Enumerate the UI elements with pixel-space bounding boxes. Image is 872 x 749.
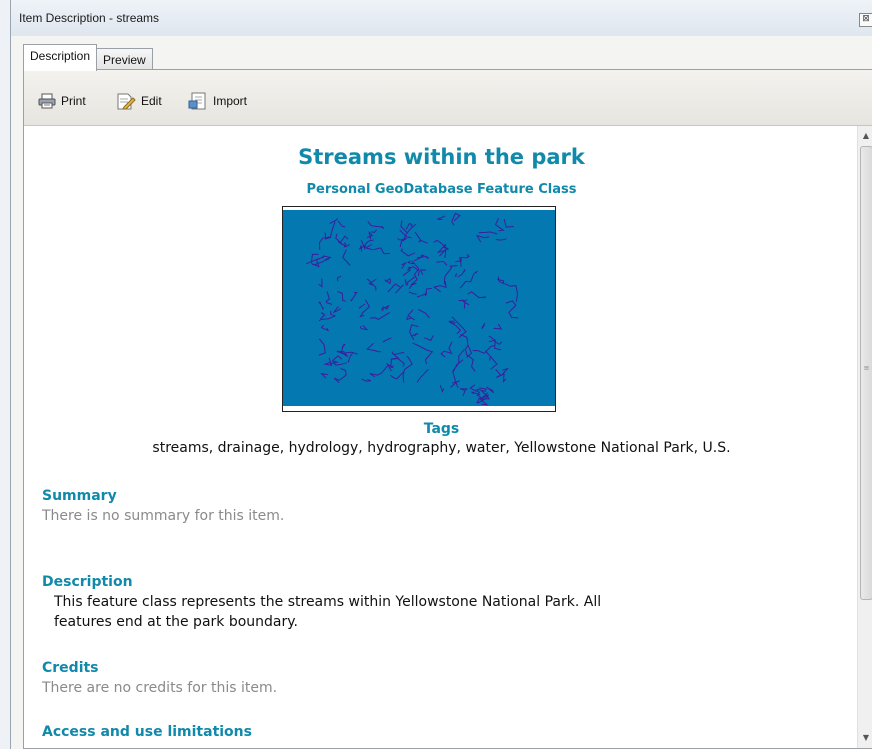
credits-heading: Credits — [42, 660, 99, 676]
edit-label: Edit — [141, 94, 162, 108]
tab-strip: Description Preview — [23, 44, 153, 71]
toolbar: Print Edit Import — [24, 70, 872, 126]
import-document-icon — [188, 92, 206, 110]
thumbnail-image — [282, 206, 556, 412]
summary-text: There is no summary for this item. — [42, 508, 285, 524]
item-description-window: Item Description - streams ⊠ Description… — [10, 0, 872, 749]
tags-heading: Tags — [423, 421, 460, 437]
scrollbar-thumb[interactable]: ≡ — [860, 146, 872, 600]
description-line-1: This feature class represents the stream… — [54, 594, 602, 610]
scroll-up-icon[interactable]: ▲ — [858, 128, 872, 144]
grip-icon: ≡ — [863, 364, 870, 372]
credits-text: There are no credits for this item. — [42, 680, 278, 696]
tab-description[interactable]: Description — [23, 44, 98, 71]
access-limitations-heading: Access and use limitations — [42, 724, 252, 740]
import-label: Import — [213, 94, 248, 108]
print-label: Print — [61, 94, 86, 108]
scroll-down-icon[interactable]: ▼ — [858, 730, 872, 746]
printer-icon — [38, 93, 56, 109]
document-view[interactable]: Streams within the park Personal GeoData… — [24, 126, 859, 748]
document-subtitle: Personal GeoDatabase Feature Class — [306, 182, 577, 197]
description-heading: Description — [42, 574, 133, 590]
summary-heading: Summary — [42, 488, 117, 504]
description-line-2: features end at the park boundary. — [54, 614, 298, 630]
vertical-scrollbar[interactable]: ▲ ≡ ▼ — [857, 126, 872, 748]
tab-preview[interactable]: Preview — [97, 48, 153, 71]
tags-value: streams, drainage, hydrology, hydrograph… — [152, 440, 731, 456]
close-button[interactable]: ⊠ — [859, 13, 872, 27]
close-icon: ⊠ — [862, 14, 870, 24]
edit-button[interactable]: Edit — [116, 91, 162, 111]
document-title: Streams within the park — [298, 145, 585, 169]
description-panel: Print Edit Import Streams within the par… — [23, 69, 872, 749]
window-title: Item Description - streams — [19, 11, 160, 25]
title-bar[interactable]: Item Description - streams ⊠ — [11, 0, 872, 36]
description-text: This feature class represents the stream… — [54, 592, 814, 632]
edit-document-icon — [117, 93, 136, 110]
print-button[interactable]: Print — [38, 91, 86, 111]
import-button[interactable]: Import — [188, 91, 247, 111]
